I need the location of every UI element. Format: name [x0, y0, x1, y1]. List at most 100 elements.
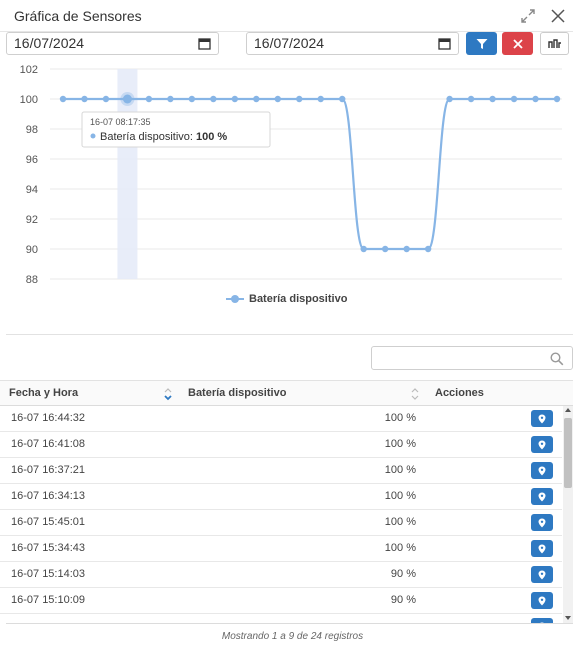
clear-filter-button[interactable] — [502, 32, 533, 55]
y-tick-label: 88 — [26, 274, 38, 286]
table-body: 16-07 16:44:32 100 % 16-07 16:41:08 100 … — [0, 406, 562, 623]
cell-datetime: 16-07 15:14:03 — [11, 568, 86, 580]
waveform-icon — [547, 38, 561, 48]
cell-battery: 100 % — [384, 438, 416, 450]
cell-battery: 100 % — [384, 412, 416, 424]
search-icon — [550, 352, 564, 366]
cell-battery: 100 % — [384, 464, 416, 476]
y-tick-label: 92 — [26, 214, 38, 226]
cell-battery: 100 % — [384, 490, 416, 502]
table-row: 16-07 15:14:03 90 % — [0, 562, 562, 588]
table-row: 16-07 16:34:13 100 % — [0, 484, 562, 510]
sort-desc-icon[interactable] — [163, 386, 173, 402]
map-pin-icon — [538, 518, 546, 527]
date-from-value: 16/07/2024 — [14, 35, 85, 51]
location-button[interactable] — [531, 514, 553, 531]
y-tick-label: 96 — [26, 154, 38, 166]
date-to-input[interactable]: 16/07/2024 — [246, 32, 459, 55]
location-button[interactable] — [531, 488, 553, 505]
data-point — [59, 95, 67, 103]
data-point — [188, 95, 196, 103]
y-tick-label: 102 — [20, 64, 38, 76]
tooltip-value: 100 % — [196, 131, 227, 143]
data-point — [102, 95, 110, 103]
expand-icon[interactable] — [519, 7, 537, 25]
clear-x-icon — [512, 38, 523, 49]
location-button[interactable] — [531, 410, 553, 427]
calendar-icon[interactable] — [198, 37, 211, 50]
data-point — [296, 95, 303, 103]
close-icon[interactable] — [549, 7, 567, 25]
cell-battery: 100 % — [384, 516, 416, 528]
table-header: Fecha y Hora Batería dispositivo Accione… — [0, 380, 573, 406]
y-tick-label: 100 — [20, 94, 38, 106]
data-point — [210, 95, 217, 103]
map-pin-icon — [538, 570, 546, 579]
map-pin-icon — [538, 544, 546, 553]
chart-mode-button[interactable] — [540, 32, 569, 55]
table-row: 16-07 16:37:21 100 % — [0, 458, 562, 484]
table-bottom-border — [6, 623, 573, 624]
location-button[interactable] — [531, 462, 553, 479]
column-header-battery[interactable]: Batería dispositivo — [188, 387, 286, 399]
map-pin-icon — [538, 492, 546, 501]
location-button[interactable] — [531, 436, 553, 453]
cell-battery: 90 % — [390, 594, 416, 606]
table-row — [0, 614, 562, 623]
data-point — [167, 95, 174, 103]
y-tick-label: 90 — [26, 244, 38, 256]
data-point — [532, 95, 539, 103]
data-point — [253, 95, 260, 103]
tooltip-label: Batería dispositivo: 100 % — [100, 131, 227, 143]
sensor-chart: 102 100 98 96 94 92 90 88 16-07 08:17:35 Batería … — [20, 64, 562, 286]
y-tick-label: 94 — [26, 184, 38, 196]
cell-datetime: 16-07 15:34:43 — [11, 542, 86, 554]
data-point — [231, 95, 239, 103]
legend-label: Batería dispositivo — [249, 293, 348, 305]
table-search-input[interactable] — [371, 346, 573, 370]
scroll-down-arrow-icon[interactable] — [565, 616, 571, 620]
location-button[interactable] — [531, 540, 553, 557]
section-divider — [6, 334, 573, 335]
chart-legend[interactable]: Batería dispositivo — [226, 292, 347, 306]
filter-icon — [476, 38, 487, 49]
tooltip-time: 16-07 08:17:35 — [90, 117, 151, 127]
location-button[interactable] — [531, 566, 553, 583]
scroll-up-arrow-icon[interactable] — [565, 408, 571, 412]
cell-datetime: 16-07 15:10:09 — [11, 594, 86, 606]
cell-battery: 90 % — [390, 568, 416, 580]
map-pin-icon — [538, 466, 546, 475]
map-pin-icon — [538, 414, 546, 423]
cell-datetime: 16-07 16:44:32 — [11, 412, 86, 424]
scrollbar-thumb[interactable] — [564, 418, 572, 488]
cell-datetime: 16-07 15:45:01 — [11, 516, 86, 528]
filter-button[interactable] — [466, 32, 497, 55]
data-point — [339, 95, 346, 103]
cell-datetime: 16-07 16:34:13 — [11, 490, 86, 502]
y-tick-label: 98 — [26, 124, 38, 136]
date-from-input[interactable]: 16/07/2024 — [6, 32, 219, 55]
location-button[interactable] — [531, 592, 553, 609]
data-point — [467, 95, 475, 103]
data-point — [510, 95, 518, 103]
cell-datetime: 16-07 16:37:21 — [11, 464, 86, 476]
legend-marker — [226, 292, 244, 306]
data-point — [553, 95, 561, 103]
data-point — [424, 245, 432, 253]
table-row: 16-07 16:44:32 100 % — [0, 406, 562, 432]
tooltip-marker — [90, 133, 96, 139]
data-point — [446, 95, 453, 103]
data-point — [489, 95, 496, 103]
column-header-datetime[interactable]: Fecha y Hora — [9, 387, 78, 399]
data-point — [81, 95, 88, 103]
table-row: 16-07 15:10:09 90 % — [0, 588, 562, 614]
data-point — [360, 245, 367, 253]
sort-icon[interactable] — [410, 386, 420, 402]
column-header-actions: Acciones — [435, 387, 484, 399]
date-to-value: 16/07/2024 — [254, 35, 325, 51]
data-point — [317, 95, 324, 103]
table-scrollbar[interactable] — [563, 406, 573, 623]
calendar-icon[interactable] — [438, 37, 451, 50]
data-point — [381, 245, 389, 253]
map-pin-icon — [538, 596, 546, 605]
